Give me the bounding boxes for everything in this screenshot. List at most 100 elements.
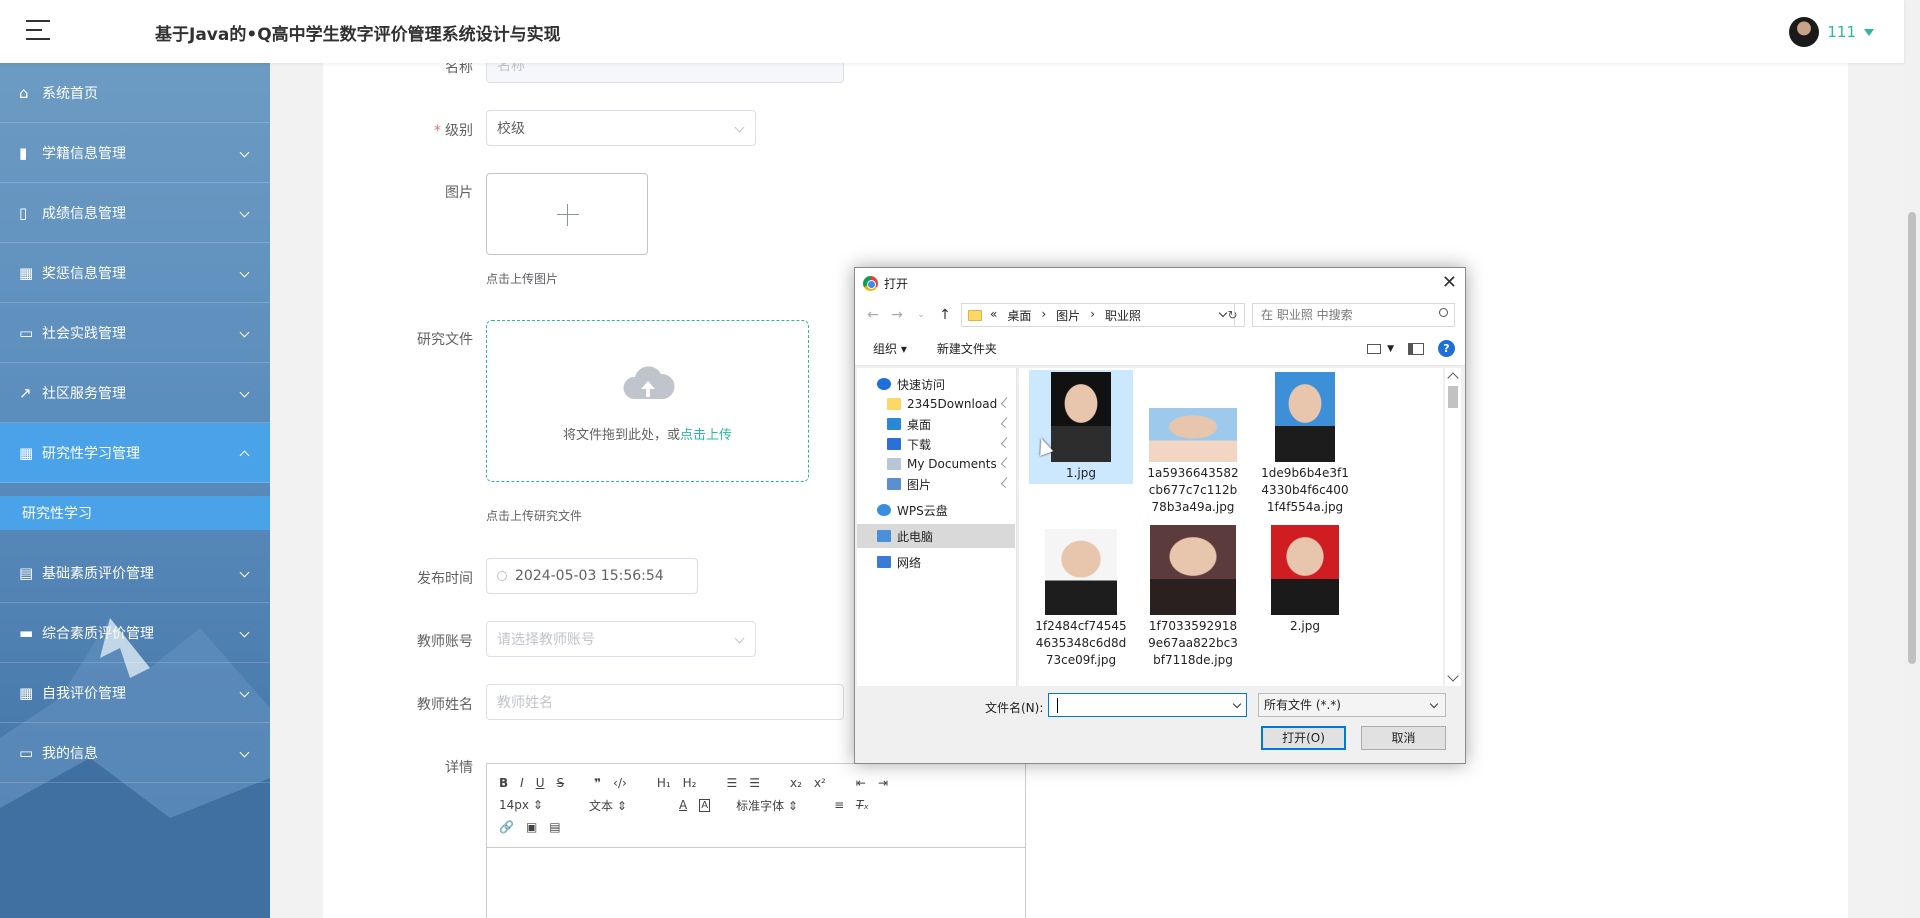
sidebar-item-8[interactable]: ▬ 综合素质评价管理 [0, 603, 270, 663]
nav-item[interactable]: 网络 [857, 550, 1015, 574]
file-item[interactable]: 1f70335929189e67aa822bc3bf7118de.jpg [1141, 523, 1245, 671]
breadcrumb-item[interactable]: 图片 [1056, 307, 1080, 324]
ordered-list-icon[interactable]: ☰ [727, 776, 738, 790]
h1-icon[interactable]: H₁ [657, 776, 671, 790]
link-icon[interactable]: 🔗 [499, 820, 514, 834]
font-size-select[interactable]: 14px ⇕ [499, 798, 577, 812]
user-menu[interactable]: 111 [1789, 17, 1874, 47]
chevron-icon [239, 567, 250, 578]
sidebar-item-9[interactable]: ▦ 自我评价管理 [0, 663, 270, 723]
outdent-icon[interactable]: ⇤ [856, 776, 866, 790]
underline-icon[interactable]: U [536, 776, 545, 790]
sidebar-item-4[interactable]: ▭ 社会实践管理 [0, 303, 270, 363]
scroll-thumb[interactable] [1448, 386, 1458, 408]
sidebar-item-10[interactable]: ▭ 我的信息 [0, 723, 270, 783]
avatar[interactable] [1789, 17, 1820, 47]
bullet-list-icon[interactable]: ☰ [749, 776, 760, 790]
chevron-down-icon[interactable] [1232, 699, 1242, 709]
scroll-up-icon[interactable] [1447, 372, 1459, 384]
file-list-scrollbar[interactable] [1444, 368, 1461, 686]
file-item[interactable]: 1f2484cf745454635348c6d8d73ce09f.jpg [1029, 523, 1133, 671]
file-drop-zone[interactable]: 将文件拖到此处，或点击上传 [486, 320, 809, 482]
close-icon[interactable]: ✕ [1442, 272, 1457, 293]
up-arrow-icon[interactable]: ↑ [933, 307, 957, 323]
open-button[interactable]: 打开(O) [1261, 726, 1346, 750]
breadcrumb-item[interactable]: › [1090, 307, 1095, 324]
sidebar-item-2[interactable]: ▯ 成绩信息管理 [0, 183, 270, 243]
cloud-icon [877, 504, 891, 516]
page-scrollbar[interactable] [1904, 0, 1920, 918]
nav-item-label: 图片 [907, 477, 932, 492]
file-item[interactable]: 1de9b6b4e3f14330b4f6c4001f4f554a.jpg [1253, 370, 1357, 518]
teacher-account-select[interactable]: 请选择教师账号 [486, 621, 756, 657]
pin-icon [1000, 417, 1012, 428]
sidebar-item-3[interactable]: ▦ 奖惩信息管理 [0, 243, 270, 303]
nav-item[interactable]: WPS云盘 [857, 498, 1015, 522]
clear-format-icon[interactable]: T̶ₓ [856, 798, 869, 812]
quote-icon[interactable]: ❞ [594, 776, 601, 790]
background-color-icon[interactable]: A [699, 798, 711, 812]
sidebar-item-1[interactable]: ▮ 学籍信息管理 [0, 123, 270, 183]
breadcrumb-item[interactable]: « [990, 307, 997, 324]
username[interactable]: 111 [1827, 23, 1856, 41]
upload-cloud-icon [623, 366, 675, 399]
document-icon [887, 458, 901, 470]
recent-chevron-icon[interactable]: ⌄ [909, 310, 933, 320]
dialog-navigation-pane: 快速访问 2345Download 桌面 下载 My Documents 图片 WPS云盘此… [857, 368, 1017, 686]
bold-icon[interactable]: B [499, 776, 508, 790]
breadcrumb-item[interactable]: 桌面 [1007, 307, 1031, 324]
back-arrow-icon[interactable]: ← [861, 307, 885, 323]
video-icon[interactable]: ▤ [549, 820, 560, 834]
dialog-search-input[interactable]: 在 职业照 中搜索 [1252, 303, 1455, 327]
image-upload-button[interactable] [486, 173, 648, 255]
sidebar-item-0[interactable]: ⌂ 系统首页 [0, 63, 270, 123]
breadcrumb-item[interactable]: › [1041, 307, 1046, 324]
sidebar-item-5[interactable]: ↗ 社区服务管理 [0, 363, 270, 423]
italic-icon[interactable]: I [520, 776, 524, 790]
dialog-title: 打开 [884, 276, 909, 291]
h2-icon[interactable]: H₂ [683, 776, 697, 790]
filetype-select[interactable]: 所有文件 (*.*) [1258, 693, 1446, 717]
view-options-icon[interactable]: ▼ [1367, 343, 1394, 354]
header-select[interactable]: 文本 ⇕ [589, 797, 667, 814]
caret-down-icon[interactable] [1864, 28, 1874, 36]
publish-time-picker[interactable]: 2024-05-03 15:56:54 [486, 558, 698, 594]
image-label: 图片 [445, 185, 473, 201]
menu-toggle-icon[interactable] [26, 20, 50, 42]
file-item[interactable]: 2.jpg [1253, 523, 1357, 637]
file-item[interactable]: 1.jpg [1029, 370, 1133, 484]
file-item[interactable]: 1a5936643582cb677c7c112b78b3a49a.jpg [1141, 370, 1245, 518]
level-select[interactable]: 校级 [486, 110, 756, 146]
breadcrumb-item[interactable]: 职业照 [1105, 307, 1141, 324]
refresh-icon[interactable]: ↻ [1221, 303, 1245, 327]
sidebar-item-7[interactable]: ▤ 基础素质评价管理 [0, 543, 270, 603]
superscript-icon[interactable]: x² [814, 776, 826, 790]
scroll-down-icon[interactable] [1447, 670, 1459, 682]
new-folder-button[interactable]: 新建文件夹 [937, 340, 997, 357]
organize-menu[interactable]: 组织 ▾ [873, 340, 907, 357]
cancel-button[interactable]: 取消 [1361, 726, 1446, 750]
scroll-thumb[interactable] [1908, 212, 1916, 664]
nav-item[interactable]: 图片 [857, 472, 1015, 496]
sidebar-item-label: 学籍信息管理 [42, 145, 126, 162]
nav-item-label: 2345Download [907, 397, 998, 411]
subscript-icon[interactable]: x₂ [790, 776, 802, 790]
sidebar-subitem-research[interactable]: 研究性学习 [0, 496, 270, 530]
align-icon[interactable]: ≡ [834, 798, 844, 812]
forward-arrow-icon[interactable]: → [885, 307, 909, 323]
nav-item[interactable]: 此电脑 [857, 524, 1015, 548]
click-upload-link[interactable]: 点击上传 [680, 428, 732, 443]
font-color-icon[interactable]: A [679, 798, 687, 812]
strike-icon[interactable]: S [557, 776, 565, 790]
image-icon[interactable]: ▣ [526, 820, 537, 834]
help-icon[interactable]: ? [1438, 340, 1455, 357]
teacher-name-input[interactable]: 教师姓名 [486, 684, 844, 720]
rich-text-editor[interactable]: B I U S ❞ ‹/› H₁ H₂ ☰ ☰ x₂ x² ⇤ ⇥ 14px ⇕… [486, 763, 1026, 918]
font-family-select[interactable]: 标准字体 ⇕ [736, 797, 822, 814]
filename-input[interactable] [1048, 693, 1247, 717]
preview-pane-icon[interactable] [1408, 342, 1424, 355]
address-bar[interactable]: « 桌面 › 图片 › 职业照 [961, 303, 1235, 327]
sidebar-item-6[interactable]: ▦ 研究性学习管理 [0, 423, 270, 483]
indent-icon[interactable]: ⇥ [878, 776, 888, 790]
code-icon[interactable]: ‹/› [613, 776, 627, 790]
